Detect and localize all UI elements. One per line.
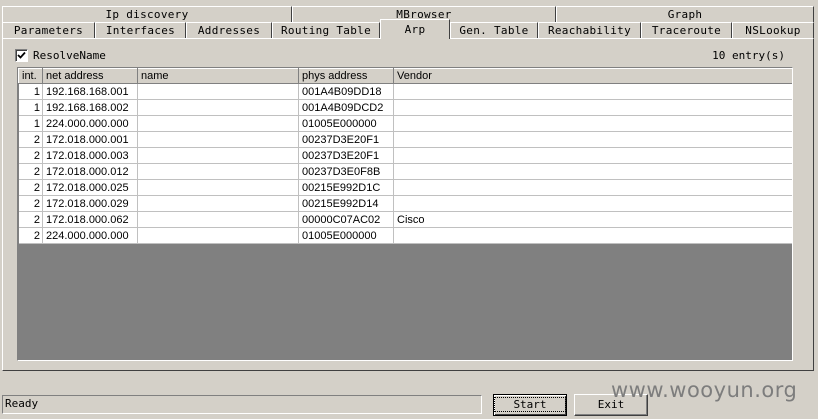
start-button[interactable]: Start xyxy=(493,394,567,416)
cell-name xyxy=(137,227,299,244)
tab-reachability[interactable]: Reachability xyxy=(538,22,641,38)
cell-name xyxy=(137,179,299,196)
cell-net-address: 172.018.000.003 xyxy=(42,147,138,164)
resolve-name-label: ResolveName xyxy=(33,49,106,62)
cell-phys-address: 00215E992D1C xyxy=(298,179,394,196)
tab-row-front: Parameters Interfaces Addresses Routing … xyxy=(2,19,814,39)
cell-vendor xyxy=(393,131,792,148)
arp-panel: ResolveName 10 entry(s) int. net address… xyxy=(2,38,814,371)
column-header-net-address[interactable]: net address xyxy=(42,68,138,84)
table-row[interactable]: 2 172.018.000.029 00215E992D14 xyxy=(18,195,792,212)
cell-name xyxy=(137,115,299,132)
cell-net-address: 172.018.000.062 xyxy=(42,211,138,228)
tab-arp[interactable]: Arp xyxy=(380,19,450,39)
cell-int: 1 xyxy=(18,115,43,132)
table-row[interactable]: 2 172.018.000.001 00237D3E20F1 xyxy=(18,131,792,148)
cell-phys-address: 00237D3E0F8B xyxy=(298,163,394,180)
cell-phys-address: 001A4B09DD18 xyxy=(298,83,394,100)
entry-count: 10 entry(s) xyxy=(712,49,785,62)
cell-phys-address: 01005E000000 xyxy=(298,227,394,244)
table-row[interactable]: 2 172.018.000.062 00000C07AC02 Cisco xyxy=(18,211,792,228)
cell-net-address: 172.018.000.029 xyxy=(42,195,138,212)
cell-int: 2 xyxy=(18,195,43,212)
tab-gen-table[interactable]: Gen. Table xyxy=(450,22,538,38)
cell-vendor xyxy=(393,115,792,132)
cell-vendor xyxy=(393,227,792,244)
checkbox-box[interactable] xyxy=(15,49,28,62)
cell-net-address: 172.018.000.001 xyxy=(42,131,138,148)
cell-net-address: 192.168.168.001 xyxy=(42,83,138,100)
table-row[interactable]: 2 224.000.000.000 01005E000000 xyxy=(18,227,792,244)
cell-vendor xyxy=(393,179,792,196)
cell-vendor xyxy=(393,83,792,100)
start-button-label: Start xyxy=(494,397,566,412)
tab-traceroute[interactable]: Traceroute xyxy=(641,22,732,38)
cell-name xyxy=(137,211,299,228)
cell-vendor xyxy=(393,163,792,180)
cell-vendor xyxy=(393,147,792,164)
column-header-name[interactable]: name xyxy=(137,68,299,84)
status-bar: Ready xyxy=(2,395,482,414)
cell-net-address: 224.000.000.000 xyxy=(42,227,138,244)
cell-name xyxy=(137,99,299,116)
tab-nslookup[interactable]: NSLookup xyxy=(732,22,814,38)
table-row[interactable]: 1 224.000.000.000 01005E000000 xyxy=(18,115,792,132)
cell-name xyxy=(137,131,299,148)
tab-graph[interactable]: Graph xyxy=(556,6,814,22)
tab-addresses[interactable]: Addresses xyxy=(186,22,272,38)
column-header-vendor[interactable]: Vendor xyxy=(393,68,792,84)
arp-table: int. net address name phys address Vendo… xyxy=(18,68,792,244)
resolve-name-checkbox[interactable]: ResolveName xyxy=(15,49,106,62)
tab-parameters[interactable]: Parameters xyxy=(2,22,95,38)
tab-interfaces[interactable]: Interfaces xyxy=(95,22,186,38)
cell-net-address: 172.018.000.025 xyxy=(42,179,138,196)
cell-net-address: 224.000.000.000 xyxy=(42,115,138,132)
cell-phys-address: 00237D3E20F1 xyxy=(298,131,394,148)
cell-phys-address: 01005E000000 xyxy=(298,115,394,132)
table-row[interactable]: 1 192.168.168.002 001A4B09DCD2 xyxy=(18,99,792,116)
cell-name xyxy=(137,147,299,164)
cell-int: 2 xyxy=(18,147,43,164)
cell-vendor: Cisco xyxy=(393,211,792,228)
cell-phys-address: 00237D3E20F1 xyxy=(298,147,394,164)
cell-name xyxy=(137,163,299,180)
column-header-phys-address[interactable]: phys address xyxy=(298,68,394,84)
watermark: www.wooyun.org xyxy=(611,378,798,402)
table-row[interactable]: 2 172.018.000.003 00237D3E20F1 xyxy=(18,147,792,164)
cell-vendor xyxy=(393,99,792,116)
arp-window: Ip discovery MBrowser Graph Parameters I… xyxy=(0,0,818,419)
checkmark-icon xyxy=(17,51,26,59)
table-header: int. net address name phys address Vendo… xyxy=(18,68,792,84)
cell-phys-address: 00000C07AC02 xyxy=(298,211,394,228)
cell-name xyxy=(137,195,299,212)
cell-int: 1 xyxy=(18,99,43,116)
arp-list[interactable]: int. net address name phys address Vendo… xyxy=(17,67,793,361)
cell-phys-address: 001A4B09DCD2 xyxy=(298,99,394,116)
table-row[interactable]: 1 192.168.168.001 001A4B09DD18 xyxy=(18,83,792,100)
cell-net-address: 192.168.168.002 xyxy=(42,99,138,116)
table-row[interactable]: 2 172.018.000.012 00237D3E0F8B xyxy=(18,163,792,180)
cell-int: 2 xyxy=(18,179,43,196)
cell-phys-address: 00215E992D14 xyxy=(298,195,394,212)
tab-ip-discovery[interactable]: Ip discovery xyxy=(2,6,292,22)
cell-int: 1 xyxy=(18,83,43,100)
cell-int: 2 xyxy=(18,227,43,244)
cell-name xyxy=(137,83,299,100)
tab-routing-table[interactable]: Routing Table xyxy=(272,22,380,38)
column-header-int[interactable]: int. xyxy=(18,68,43,84)
cell-int: 2 xyxy=(18,211,43,228)
cell-vendor xyxy=(393,195,792,212)
cell-int: 2 xyxy=(18,163,43,180)
table-row[interactable]: 2 172.018.000.025 00215E992D1C xyxy=(18,179,792,196)
cell-int: 2 xyxy=(18,131,43,148)
cell-net-address: 172.018.000.012 xyxy=(42,163,138,180)
